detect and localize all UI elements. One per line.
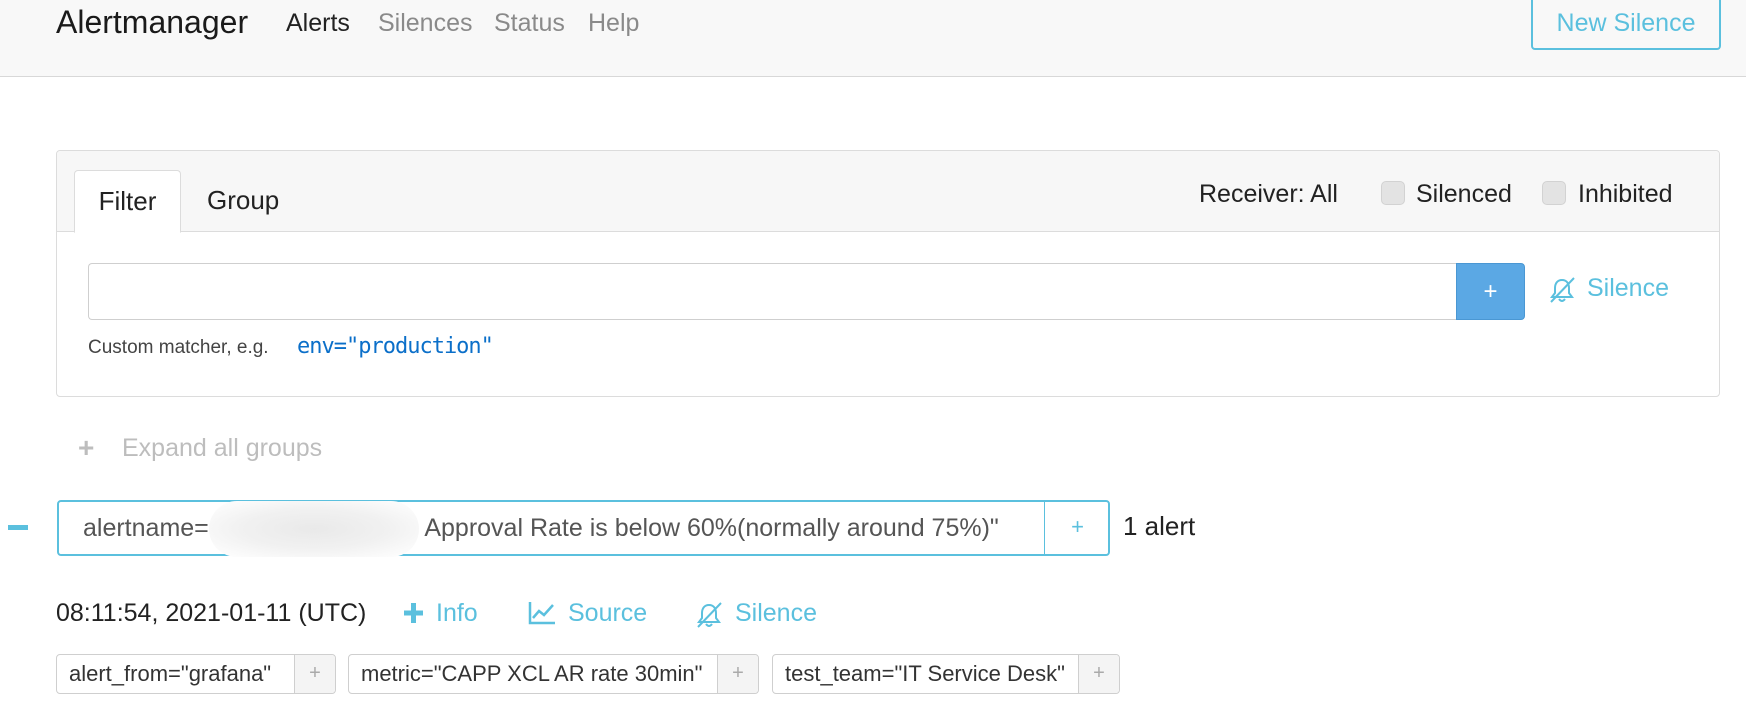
alert-silence-label: Silence [735, 599, 817, 627]
minus-icon[interactable] [8, 525, 28, 530]
plus-icon: + [78, 432, 95, 463]
source-button[interactable]: Source [528, 598, 647, 628]
inhibited-checkbox[interactable] [1542, 181, 1566, 205]
chart-line-icon [528, 602, 555, 625]
top-navbar: Alertmanager Alerts Silences Status Help… [0, 0, 1746, 77]
filter-card: Filter Group Receiver: All Silenced Inhi… [56, 150, 1720, 397]
tab-filter[interactable]: Filter [74, 170, 181, 233]
add-filter-button[interactable]: + [1456, 263, 1525, 320]
label-tag-text: metric="CAPP XCL AR rate 30min" [361, 661, 703, 686]
info-button[interactable]: Info [403, 598, 478, 628]
filter-input[interactable] [88, 263, 1456, 320]
silenced-checkbox[interactable] [1381, 181, 1405, 205]
alert-count: 1 alert [1123, 511, 1196, 541]
inhibited-label: Inhibited [1578, 180, 1673, 208]
label-add-button[interactable]: + [294, 655, 335, 693]
group-label-prefix: alertname= [83, 514, 209, 542]
expand-all-label: Expand all groups [122, 434, 323, 462]
brand-logo[interactable]: Alertmanager [56, 4, 248, 40]
bell-slash-icon [1550, 277, 1575, 303]
filter-card-header: Filter Group Receiver: All Silenced Inhi… [57, 151, 1719, 233]
plus-icon [404, 603, 423, 623]
label-add-button[interactable]: + [717, 655, 758, 693]
label-tag-text: alert_from="grafana" [69, 661, 272, 686]
alert-group-header: alertname= Approval Rate is below 60%(no… [57, 500, 1110, 558]
matcher-hint: Custom matcher, e.g. [88, 337, 269, 358]
matcher-example-link[interactable]: env="production" [297, 333, 494, 361]
bell-slash-icon [697, 602, 722, 628]
group-label-suffix: Approval Rate is below 60%(normally arou… [418, 514, 999, 542]
group-label[interactable]: alertname= Approval Rate is below 60%(no… [83, 501, 999, 558]
label-tag[interactable]: metric="CAPP XCL AR rate 30min" + [348, 654, 759, 694]
nav-status[interactable]: Status [494, 8, 565, 38]
label-tag[interactable]: test_team="IT Service Desk" + [772, 654, 1120, 694]
group-add-filter-button[interactable]: + [1044, 502, 1110, 554]
nav-alerts[interactable]: Alerts [286, 8, 350, 38]
expand-all-groups-button[interactable]: + Expand all groups [78, 433, 322, 463]
label-tag[interactable]: alert_from="grafana" + [56, 654, 336, 694]
filter-silence-label: Silence [1587, 274, 1669, 302]
silenced-label: Silenced [1416, 180, 1512, 208]
tab-group[interactable]: Group [207, 185, 279, 215]
receiver-dropdown[interactable]: Receiver: All [1199, 179, 1338, 209]
label-add-button[interactable]: + [1078, 655, 1119, 693]
filter-silence-link[interactable]: Silence [1547, 273, 1669, 303]
new-silence-button[interactable]: New Silence [1531, 0, 1721, 50]
source-label: Source [568, 599, 648, 627]
nav-help[interactable]: Help [588, 8, 639, 38]
nav-silences[interactable]: Silences [378, 8, 473, 38]
redacted-region [208, 501, 419, 558]
alert-timestamp: 08:11:54, 2021-01-11 (UTC) [56, 599, 367, 627]
label-tag-text: test_team="IT Service Desk" [785, 661, 1065, 686]
info-label: Info [436, 599, 478, 627]
alert-silence-button[interactable]: Silence [694, 598, 817, 628]
